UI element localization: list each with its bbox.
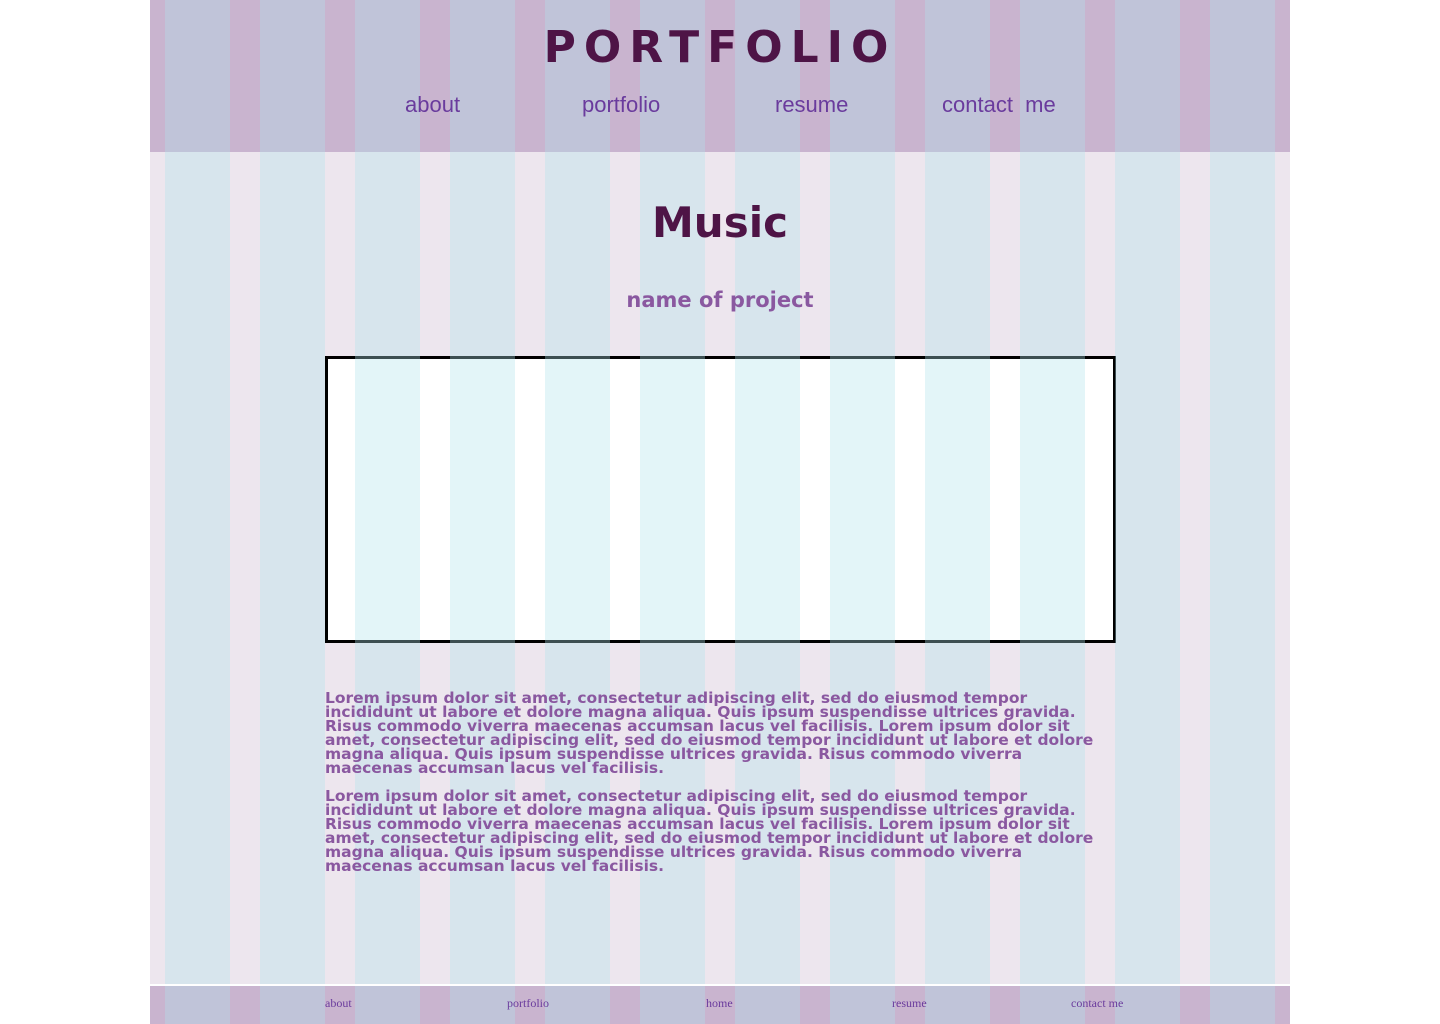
footer-link-resume[interactable]: resume: [892, 996, 927, 1011]
project-description-paragraph: Lorem ipsum dolor sit amet, consectetur …: [325, 689, 1094, 777]
footer-link-contact-me[interactable]: contact me: [1071, 996, 1123, 1011]
footer-divider: [150, 984, 1290, 986]
project-name: name of project: [626, 288, 814, 312]
footer-link-portfolio[interactable]: portfolio: [507, 996, 549, 1011]
nav-link-contact-me[interactable]: contact me: [942, 92, 1056, 118]
section-title: Music: [652, 198, 788, 247]
nav-link-portfolio[interactable]: portfolio: [582, 92, 660, 118]
project-description-paragraph: Lorem ipsum dolor sit amet, consectetur …: [325, 787, 1094, 875]
footer-link-about[interactable]: about: [325, 996, 352, 1011]
site-title: PORTFOLIO: [543, 22, 897, 73]
page-canvas: PORTFOLIO about portfolio resume contact…: [150, 0, 1290, 1024]
nav-link-about[interactable]: about: [405, 92, 460, 118]
footer-link-home[interactable]: home: [706, 996, 733, 1011]
top-nav: about portfolio resume contact me: [150, 92, 1290, 122]
nav-link-resume[interactable]: resume: [775, 92, 848, 118]
footer-nav: about portfolio home resume contact me: [150, 996, 1290, 1014]
project-media-placeholder: [325, 356, 1116, 643]
